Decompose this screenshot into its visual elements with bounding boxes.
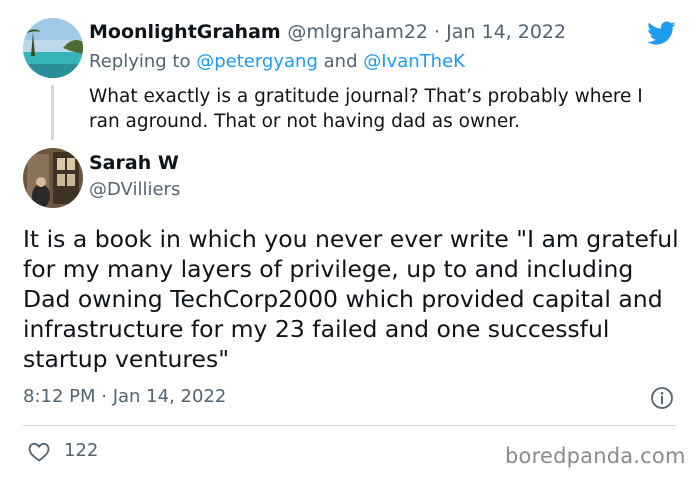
mention-link-1[interactable]: @petergyang	[196, 51, 318, 72]
main-author-handle[interactable]: @DVilliers	[89, 179, 180, 200]
watermark: boredpanda.com	[505, 444, 686, 468]
heart-icon[interactable]	[26, 440, 52, 464]
mention-link-2[interactable]: @IvanTheK	[363, 51, 465, 72]
reply-tweet-text: What exactly is a gratitude journal? Tha…	[89, 86, 643, 132]
reply-date[interactable]: Jan 14, 2022	[446, 21, 566, 43]
main-author-avatar[interactable]	[23, 148, 83, 208]
thread-connector-line	[51, 85, 54, 140]
reply-author-handle[interactable]: @mlgraham22	[287, 21, 428, 43]
twitter-bird-icon[interactable]	[644, 18, 678, 48]
replying-and: and	[323, 51, 358, 72]
replying-prefix: Replying to	[89, 51, 191, 72]
reply-author-line: MoonlightGraham @mlgraham22 · Jan 14, 20…	[89, 21, 567, 43]
main-tweet-text: It is a book in which you never ever wri…	[23, 225, 679, 373]
reply-author-avatar[interactable]	[23, 18, 83, 78]
main-author-name[interactable]: Sarah W	[89, 152, 179, 174]
tweet-timestamp[interactable]: 8:12 PM · Jan 14, 2022	[23, 386, 226, 407]
like-count[interactable]: 122	[64, 440, 98, 461]
info-icon[interactable]	[650, 386, 674, 410]
divider	[23, 425, 676, 426]
replying-to-line: Replying to @petergyang and @IvanTheK	[89, 51, 465, 72]
reply-author-name[interactable]: MoonlightGraham	[89, 21, 281, 43]
